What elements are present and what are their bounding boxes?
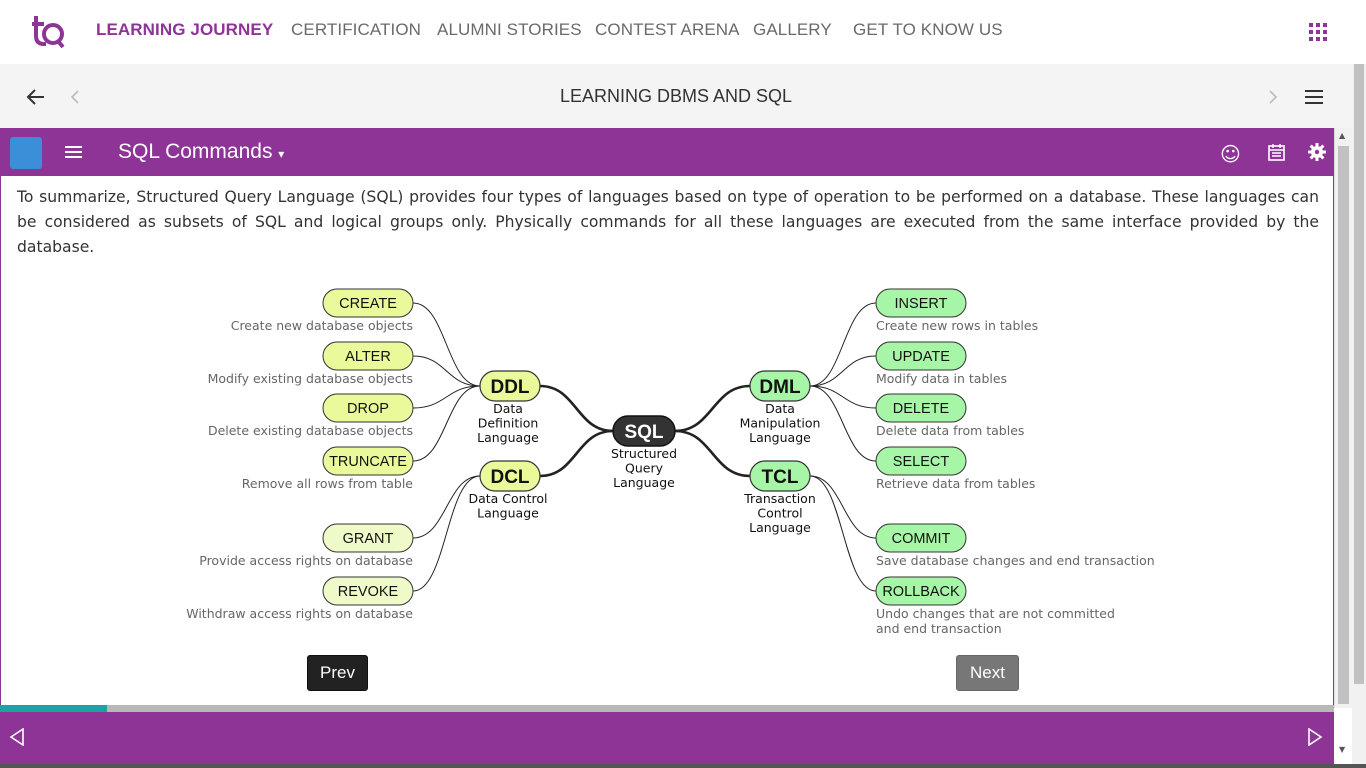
group-label-dcl: DCL [490, 467, 529, 488]
sql-root-caption: Structured [611, 446, 677, 461]
window-bottom-edge [0, 764, 1366, 768]
command-description: Create new rows in tables [876, 318, 1038, 333]
nav-gallery[interactable]: GALLERY [753, 20, 832, 40]
previous-slide-icon[interactable] [9, 728, 25, 746]
command-label-select: SELECT [893, 454, 950, 470]
prev-button[interactable]: Prev [307, 655, 368, 691]
group-caption-ddl: Data [493, 401, 523, 416]
lesson-progress-bar [0, 705, 1334, 712]
group-caption-ddl: Language [477, 430, 539, 445]
top-navigation: LEARNING JOURNEY CERTIFICATION ALUMNI ST… [0, 0, 1366, 64]
command-description: Modify existing database objects [208, 371, 413, 386]
command-label-drop: DROP [347, 401, 389, 417]
nav-contest-arena[interactable]: CONTEST ARENA [595, 20, 740, 40]
scroll-down-arrow-icon[interactable]: ▼ [1339, 745, 1345, 754]
command-description: Retrieve data from tables [876, 476, 1035, 491]
page-scrollbar[interactable] [1352, 64, 1366, 768]
sql-commands-mindmap: SQLStructuredQueryLanguageDDLDataDefinit… [186, 288, 1155, 636]
group-caption-dml: Language [749, 430, 811, 445]
group-caption-dml: Manipulation [740, 416, 821, 431]
nav-certification[interactable]: CERTIFICATION [291, 20, 421, 40]
nav-get-to-know-us[interactable]: GET TO KNOW US [853, 20, 1003, 40]
command-label-grant: GRANT [343, 531, 394, 547]
mindmap-link [412, 475, 481, 539]
next-slide-icon[interactable] [1307, 728, 1323, 746]
command-label-update: UPDATE [892, 349, 950, 365]
sql-root-caption: Language [613, 475, 675, 490]
command-description: Save database changes and end transactio… [876, 553, 1155, 568]
mindmap-link [809, 302, 877, 387]
scroll-up-arrow-icon[interactable]: ▲ [1339, 131, 1345, 140]
command-description: Create new database objects [231, 318, 413, 333]
group-caption-tcl: Transaction [743, 491, 816, 506]
course-title: LEARNING DBMS AND SQL [559, 86, 793, 106]
command-label-commit: COMMIT [892, 531, 951, 547]
next-button[interactable]: Next [956, 655, 1019, 691]
command-description: Withdraw access rights on database [186, 606, 413, 621]
mindmap-link [539, 429, 614, 478]
command-description: Remove all rows from table [242, 476, 414, 491]
group-caption-tcl: Language [749, 520, 811, 535]
mindmap-link [412, 355, 481, 387]
mindmap-link [539, 384, 614, 433]
lesson-scrollbar[interactable]: ▲ ▼ [1334, 128, 1352, 754]
command-label-insert: INSERT [895, 296, 948, 312]
nav-learning-journey[interactable]: LEARNING JOURNEY [96, 20, 273, 40]
group-caption-dcl: Language [477, 506, 539, 521]
player-footer [0, 712, 1334, 764]
command-label-revoke: REVOKE [338, 584, 399, 600]
mindmap-link [809, 475, 877, 592]
command-label-create: CREATE [339, 296, 397, 312]
group-caption-dml: Data [765, 401, 795, 416]
command-description: Provide access rights on database [199, 553, 413, 568]
command-label-delete: DELETE [893, 401, 950, 417]
group-caption-dcl: Data Control [468, 491, 547, 506]
nav-alumni-stories[interactable]: ALUMNI STORIES [437, 20, 582, 40]
menu-icon[interactable] [1305, 90, 1323, 104]
sql-root-label: SQL [624, 422, 663, 443]
course-header: LEARNING DBMS AND SQL [0, 64, 1352, 128]
tq-logo-icon[interactable] [30, 14, 66, 50]
group-caption-tcl: Control [757, 506, 802, 521]
mindmap-link [809, 475, 877, 539]
group-label-dml: DML [759, 377, 801, 398]
mindmap-link [412, 302, 481, 387]
mindmap-link [809, 385, 877, 409]
mindmap-link [809, 355, 877, 387]
group-label-ddl: DDL [490, 377, 529, 398]
command-label-rollback: ROLLBACK [882, 584, 960, 600]
command-description: Delete data from tables [876, 423, 1024, 438]
command-description: Modify data in tables [876, 371, 1007, 386]
sql-root-caption: Query [625, 461, 664, 476]
command-description: Delete existing database objects [208, 423, 413, 438]
group-caption-ddl: Definition [478, 416, 539, 431]
apps-grid-icon[interactable] [1309, 23, 1327, 41]
command-description: Undo changes that are not committed [876, 606, 1115, 621]
mindmap-link [412, 385, 481, 409]
command-description: and end transaction [876, 621, 1002, 636]
mindmap-link [674, 429, 751, 478]
command-label-truncate: TRUNCATE [329, 454, 407, 470]
next-chevron-icon[interactable] [1268, 90, 1278, 104]
command-label-alter: ALTER [345, 349, 391, 365]
mindmap-nodes: SQLStructuredQueryLanguageDDLDataDefinit… [186, 288, 1155, 636]
group-label-tcl: TCL [762, 467, 799, 488]
